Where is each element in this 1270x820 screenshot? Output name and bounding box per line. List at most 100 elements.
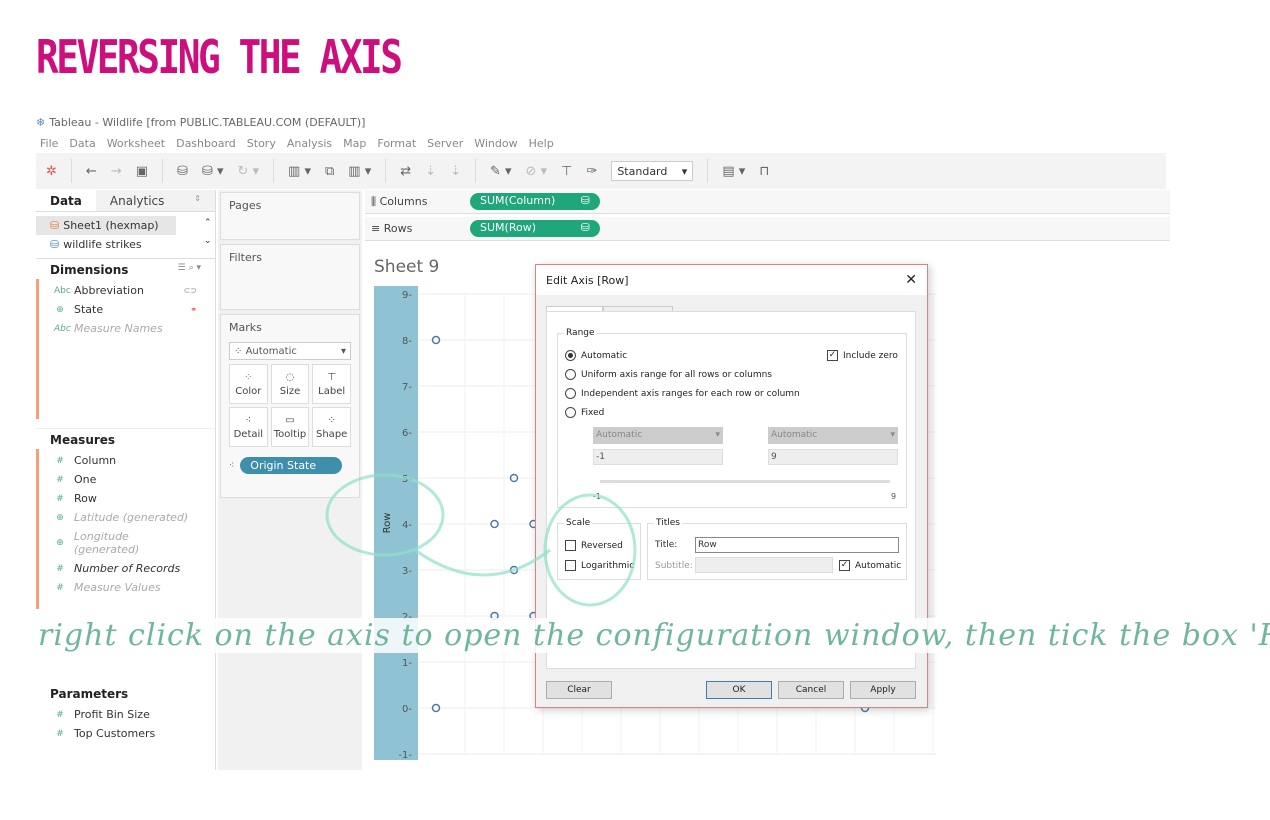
parameter-item[interactable]: # Top Customers (36, 724, 215, 743)
cancel-button[interactable]: Cancel (778, 681, 844, 699)
shape-button[interactable]: ⁘ Shape (312, 407, 351, 447)
field-item[interactable]: ⊕ State ⚭ (36, 300, 215, 319)
filters-card[interactable]: Filters (220, 244, 360, 310)
fit-select[interactable]: Standard ▾ (611, 161, 694, 181)
field-item[interactable]: # Column (36, 451, 215, 470)
menu-analysis[interactable]: Analysis (287, 137, 332, 150)
menu-file[interactable]: File (40, 137, 58, 150)
scroll-down-icon[interactable]: ⌄ (204, 236, 212, 246)
group-icon[interactable]: ⊘ ▾ (526, 164, 548, 179)
menu-story[interactable]: Story (247, 137, 276, 150)
fixed-end-input[interactable]: 9 (768, 449, 898, 465)
menu-worksheet[interactable]: Worksheet (107, 137, 165, 150)
menu-data[interactable]: Data (69, 137, 95, 150)
columns-shelf[interactable]: ⫼ Columns SUM(Column) ⛁ (365, 190, 1170, 214)
fixed-start-select[interactable]: Automatic ▾ (593, 427, 723, 444)
field-item[interactable]: ⊕ Latitude (generated) (36, 508, 215, 527)
field-item[interactable]: # One (36, 470, 215, 489)
highlight-icon[interactable]: ✎ ▾ (490, 164, 512, 179)
mark-type-select[interactable]: ⁘ Automatic ▾ (229, 342, 351, 360)
field-label: Longitude (generated) (73, 530, 140, 556)
menu-server[interactable]: Server (427, 137, 463, 150)
reversed-checkbox[interactable]: Reversed (565, 540, 623, 551)
range-slider[interactable] (600, 480, 890, 483)
sum-row-pill[interactable]: SUM(Row) ⛁ (470, 220, 600, 237)
menu-format[interactable]: Format (377, 137, 416, 150)
datasource-item[interactable]: ⛁ Sheet1 (hexmap) (36, 216, 176, 235)
pages-label: Pages (229, 199, 262, 212)
range-uniform-radio[interactable]: Uniform axis range for all rows or colum… (565, 369, 772, 380)
subtitle-automatic-checkbox[interactable]: ✓ Automatic (839, 560, 901, 571)
label-icon[interactable]: ⊤ (561, 164, 572, 179)
subtitle-input[interactable] (695, 557, 833, 573)
save-icon[interactable]: ▣ (136, 164, 148, 179)
rows-shelf[interactable]: ≡ Rows SUM(Row) ⛁ (365, 217, 1170, 241)
chevron-down-icon: ▾ (890, 430, 895, 440)
scroll-up-icon[interactable]: ⌃ (204, 218, 212, 228)
field-item[interactable]: Abc Measure Names (36, 319, 215, 338)
field-item[interactable]: ⊕ Longitude (generated) (36, 527, 215, 559)
fixed-end-select[interactable]: Automatic ▾ (768, 427, 898, 444)
close-icon[interactable]: ✕ (905, 272, 917, 288)
menu-map[interactable]: Map (343, 137, 366, 150)
origin-state-pill[interactable]: Origin State (240, 457, 343, 474)
parameter-item[interactable]: # Profit Bin Size (36, 705, 215, 724)
menu-help[interactable]: Help (529, 137, 554, 150)
field-label: Row (74, 492, 97, 505)
field-item[interactable]: # Measure Values (36, 578, 215, 597)
clear-button[interactable]: Clear (546, 681, 612, 699)
swap-icon[interactable]: ⇄ (400, 164, 411, 179)
color-button[interactable]: ⁘ Color (229, 364, 268, 404)
radio-label: Automatic (581, 350, 628, 361)
field-item[interactable]: Abc Abbreviation ⊂⊃ (36, 281, 215, 300)
forward-arrow-icon[interactable]: → (111, 164, 122, 179)
detail-button[interactable]: ⁖ Detail (229, 407, 268, 447)
title-input[interactable]: Row (695, 537, 899, 553)
y-tick-label: 8- (402, 336, 412, 347)
back-arrow-icon[interactable]: ← (86, 164, 97, 179)
size-icon: ◌ (285, 371, 295, 383)
geo-type-icon: ⊕ (56, 538, 64, 548)
range-independent-radio[interactable]: Independent axis ranges for each row or … (565, 388, 800, 399)
collapse-icon[interactable]: ⇕ (194, 194, 201, 207)
toolbar-divider (474, 159, 476, 183)
pin-icon[interactable]: ✑ (586, 164, 597, 179)
range-legend: Range (566, 328, 595, 338)
apply-button[interactable]: Apply (850, 681, 916, 699)
menu-window[interactable]: Window (474, 137, 517, 150)
refresh-icon[interactable]: ↻ ▾ (237, 164, 259, 179)
duplicate-sheet-icon[interactable]: ⧉ (325, 164, 334, 179)
dimensions-tools-icon[interactable]: ☰ ⌕ ▾ (178, 263, 201, 277)
window-title-text: Tableau - Wildlife [from PUBLIC.TABLEAU.… (49, 116, 366, 129)
tooltip-button[interactable]: ▭ Tooltip (270, 407, 310, 447)
field-item[interactable]: # Row (36, 489, 215, 508)
geo-type-icon: ⊕ (56, 304, 64, 315)
presentation-icon[interactable]: ⊓ (759, 164, 769, 179)
radio-label: Uniform axis range for all rows or colum… (581, 369, 772, 380)
range-fixed-radio[interactable]: Fixed (565, 407, 604, 418)
range-automatic-radio[interactable]: Automatic (565, 350, 627, 361)
pages-card[interactable]: Pages (220, 192, 360, 240)
tableau-home-icon[interactable]: ✲ (46, 164, 57, 179)
tab-data[interactable]: Data (36, 190, 96, 211)
show-cards-icon[interactable]: ▤ ▾ (722, 164, 745, 179)
ok-button[interactable]: OK (706, 681, 772, 699)
size-button[interactable]: ◌ Size (270, 364, 310, 404)
new-datasource-icon[interactable]: ⛁ (177, 164, 188, 179)
select-value: Automatic (596, 430, 643, 440)
logarithmic-checkbox[interactable]: Logarithmic (565, 560, 634, 571)
new-worksheet-icon[interactable]: ▥ ▾ (288, 164, 311, 179)
tab-analytics[interactable]: Analytics ⇕ (95, 190, 215, 211)
field-label: One (74, 473, 97, 486)
fixed-start-input[interactable]: -1 (593, 449, 723, 465)
field-item[interactable]: # Number of Records (36, 559, 215, 578)
datasource-item[interactable]: ⛁ wildlife strikes (36, 235, 215, 254)
clear-sheet-icon[interactable]: ▥ ▾ (348, 164, 371, 179)
label-button[interactable]: ⊤ Label (312, 364, 351, 404)
include-zero-checkbox[interactable]: ✓ Include zero (827, 350, 898, 361)
menu-dashboard[interactable]: Dashboard (176, 137, 236, 150)
sum-column-pill[interactable]: SUM(Column) ⛁ (470, 193, 600, 210)
pause-updates-icon[interactable]: ⛁ ▾ (202, 164, 224, 179)
sort-ascending-icon[interactable]: ⇣ (425, 164, 436, 179)
sort-descending-icon[interactable]: ⇣ (450, 164, 461, 179)
